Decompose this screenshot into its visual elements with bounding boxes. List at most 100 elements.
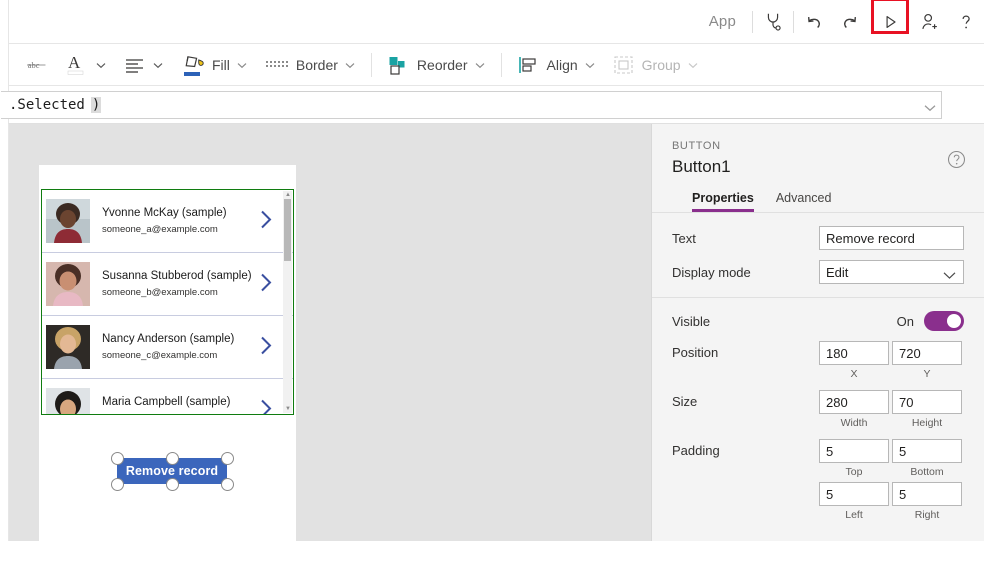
avatar	[46, 199, 90, 243]
scrollbar-thumb[interactable]	[284, 199, 291, 261]
padding-bottom-cell: 5 Bottom	[892, 439, 964, 478]
gallery-item-text: Susanna Stubberod (sample) someone_b@exa…	[102, 269, 252, 300]
avatar	[46, 325, 90, 369]
ribbon-item-font-color[interactable]: A	[56, 44, 115, 86]
gallery-item[interactable]: Yvonne McKay (sample) someone_a@example.…	[42, 190, 293, 253]
gallery-item[interactable]: Nancy Anderson (sample) someone_c@exampl…	[42, 316, 293, 379]
resize-handle-top-left[interactable]	[111, 452, 124, 465]
size-width-input[interactable]: 280	[819, 390, 889, 414]
chevron-down-icon	[96, 57, 106, 72]
gallery-item-name: Susanna Stubberod (sample)	[102, 269, 252, 284]
visible-toggle-group[interactable]: On	[897, 311, 964, 331]
chevron-right-icon[interactable]	[260, 273, 273, 296]
gallery-item-text: Nancy Anderson (sample) someone_c@exampl…	[102, 332, 234, 363]
redo-icon[interactable]	[832, 4, 868, 40]
ribbon-label-group: Group	[642, 57, 681, 73]
ribbon-label-border: Border	[296, 57, 338, 73]
position-y-cell: 720 Y	[892, 341, 964, 380]
padding-right-cell: 5 Right	[892, 482, 964, 521]
gallery-item[interactable]: Maria Campbell (sample) someone_d@exampl…	[42, 379, 293, 415]
field-position: Position 180 X 720 Y	[672, 341, 964, 380]
remove-record-button-label: Remove record	[126, 464, 218, 478]
gallery-item-text: Yvonne McKay (sample) someone_a@example.…	[102, 206, 227, 237]
app-menu-button[interactable]: App	[695, 13, 750, 30]
chevron-down-icon	[943, 268, 956, 283]
padding-row-left-right: 5 Left 5 Right	[819, 482, 964, 521]
field-size: Size 280 Width 70 Height	[672, 390, 964, 429]
scroll-up-arrow-icon[interactable]: ▲	[285, 192, 291, 198]
app-screen[interactable]: Yvonne McKay (sample) someone_a@example.…	[39, 165, 296, 565]
gallery-control[interactable]: Yvonne McKay (sample) someone_a@example.…	[41, 189, 294, 415]
padding-left-sublabel: Left	[819, 509, 889, 521]
chevron-down-icon	[345, 57, 355, 72]
padding-right-input[interactable]: 5	[892, 482, 962, 506]
ribbon-item-border[interactable]: Border	[256, 44, 364, 86]
ribbon-item-align-text[interactable]	[115, 44, 172, 86]
resize-handle-bottom-right[interactable]	[221, 478, 234, 491]
field-label-padding: Padding	[672, 439, 819, 458]
text-input[interactable]: Remove record	[819, 226, 964, 250]
display-mode-select[interactable]: Edit	[819, 260, 964, 284]
scroll-down-arrow-icon[interactable]: ▼	[285, 406, 291, 412]
gallery-item-email: someone_d@example.com	[102, 412, 230, 416]
chevron-right-icon[interactable]	[260, 210, 273, 233]
size-height-input[interactable]: 70	[892, 390, 962, 414]
field-padding: Padding 5 Top 5 Bottom	[672, 439, 964, 521]
padding-right-sublabel: Right	[892, 509, 962, 521]
ribbon-item-strikethrough[interactable]: abc	[9, 44, 56, 86]
size-height-sublabel: Height	[892, 417, 962, 429]
size-width-cell: 280 Width	[819, 390, 891, 429]
resize-handle-bottom-left[interactable]	[111, 478, 124, 491]
top-command-bar: App	[8, 0, 984, 44]
position-x-sublabel: X	[819, 368, 889, 380]
resize-handle-bottom-center[interactable]	[166, 478, 179, 491]
padding-inputs: 5 Top 5 Bottom 5 Left	[819, 439, 964, 521]
visible-toggle[interactable]	[924, 311, 964, 331]
resize-handle-top-right[interactable]	[221, 452, 234, 465]
padding-left-input[interactable]: 5	[819, 482, 889, 506]
toggle-knob	[947, 314, 961, 328]
ribbon-item-fill[interactable]: Fill	[172, 44, 256, 86]
size-inputs: 280 Width 70 Height	[819, 390, 964, 429]
visible-state-label: On	[897, 314, 914, 329]
padding-top-sublabel: Top	[819, 466, 889, 478]
field-label-visible: Visible	[672, 314, 897, 329]
chevron-down-icon	[153, 57, 163, 72]
resize-handle-top-center[interactable]	[166, 452, 179, 465]
position-y-sublabel: Y	[892, 368, 962, 380]
padding-top-input[interactable]: 5	[819, 439, 889, 463]
formula-text: .Selected	[1, 97, 85, 113]
size-height-cell: 70 Height	[892, 390, 964, 429]
app-canvas[interactable]: Yvonne McKay (sample) someone_a@example.…	[8, 124, 651, 541]
gallery-scrollbar[interactable]: ▲ ▼	[283, 191, 292, 413]
app-checker-icon[interactable]	[755, 4, 791, 40]
size-width-sublabel: Width	[819, 417, 889, 429]
padding-bottom-sublabel: Bottom	[892, 466, 962, 478]
powerapps-studio: App	[0, 0, 984, 541]
tab-advanced[interactable]: Advanced	[776, 191, 832, 212]
padding-bottom-input[interactable]: 5	[892, 439, 962, 463]
avatar	[46, 388, 90, 415]
play-preview-button[interactable]	[871, 4, 909, 40]
ribbon-item-reorder[interactable]: Reorder	[379, 44, 494, 86]
undo-icon[interactable]	[796, 4, 832, 40]
formula-expand-chevron-icon[interactable]	[924, 100, 936, 115]
help-icon[interactable]	[948, 4, 984, 40]
ribbon-label-fill: Fill	[212, 57, 230, 73]
share-icon[interactable]	[912, 4, 948, 40]
ribbon-item-group[interactable]: Group	[604, 44, 707, 86]
position-y-input[interactable]: 720	[892, 341, 962, 365]
chevron-right-icon[interactable]	[260, 336, 273, 359]
padding-row-top-bottom: 5 Top 5 Bottom	[819, 439, 964, 478]
gallery-item[interactable]: Susanna Stubberod (sample) someone_b@exa…	[42, 253, 293, 316]
field-display-mode: Display mode Edit	[672, 260, 964, 284]
ribbon-item-align[interactable]: Align	[509, 44, 604, 86]
position-x-input[interactable]: 180	[819, 341, 889, 365]
divider	[371, 53, 372, 77]
question-circle-icon[interactable]	[947, 150, 966, 172]
tab-properties[interactable]: Properties	[692, 191, 754, 212]
panel-section-layout: Visible On Position 180 X 720 Y	[652, 297, 984, 534]
divider	[793, 11, 794, 33]
formula-input[interactable]: .Selected )	[1, 91, 942, 119]
chevron-right-icon[interactable]	[260, 399, 273, 416]
